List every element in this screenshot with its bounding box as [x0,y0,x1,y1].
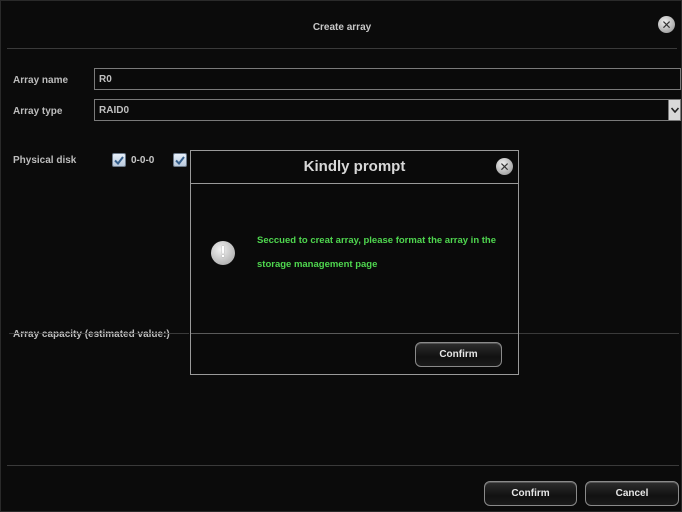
disk-option[interactable] [173,153,187,167]
exclamation-icon: ! [211,241,235,265]
disk-checkbox-checked-icon[interactable] [173,153,187,167]
capacity-divider [9,333,189,334]
disk-label: 0-0-0 [131,154,155,166]
dialog-confirm-button[interactable]: Confirm [415,342,502,367]
close-icon[interactable]: ✕ [496,158,513,175]
close-icon[interactable]: ✕ [658,16,675,33]
disk-option[interactable]: 0-0-0 [112,153,154,167]
capacity-divider [519,333,679,334]
array-name-input[interactable]: R0 [94,68,681,90]
cancel-button[interactable]: Cancel [585,481,679,506]
array-type-label: Array type [13,106,63,117]
chevron-down-icon[interactable] [668,100,680,120]
dialog-title: Kindly prompt [303,158,406,175]
dialog-message: Seccued to creat array, please format th… [257,235,497,270]
window-title: Create array [312,22,372,33]
kindly-prompt-dialog: Kindly prompt ✕ ! Seccued to creat array… [190,150,519,375]
confirm-button[interactable]: Confirm [484,481,577,506]
disk-checkbox-checked-icon[interactable] [112,153,126,167]
array-type-value: RAID0 [99,105,130,116]
dialog-divider [191,333,518,334]
array-name-label: Array name [13,75,69,86]
physical-disk-label: Physical disk [13,155,77,166]
create-array-window: Create array ✕ Array name R0 Array type … [0,0,682,512]
footer-divider [7,465,679,466]
dialog-title-bar: Kindly prompt ✕ [191,151,518,184]
array-type-select[interactable]: RAID0 [94,99,681,121]
array-capacity-label: Array capacity (estimated value:) [13,329,170,340]
title-bar: Create array ✕ [7,9,677,49]
